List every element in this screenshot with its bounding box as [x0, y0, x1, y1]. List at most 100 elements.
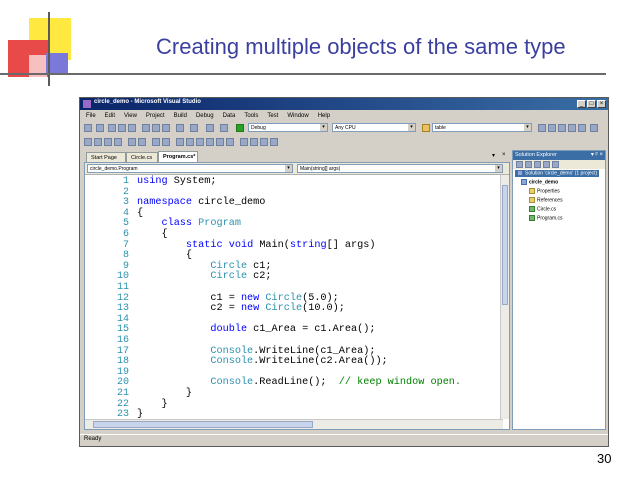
start-page-icon[interactable]: [590, 124, 598, 132]
tree-item-properties[interactable]: Properties: [529, 188, 560, 195]
previous-bookmark-folder-icon[interactable]: [206, 138, 214, 146]
go-to-definition-icon[interactable]: [260, 138, 268, 146]
tree-item-solution[interactable]: Solution 'circle_demo' (1 project): [515, 170, 600, 178]
navigate-forward-icon[interactable]: [220, 124, 228, 132]
code-text: [] args): [326, 239, 376, 251]
scrollbar-thumb[interactable]: [502, 185, 508, 305]
class-view-icon[interactable]: [240, 138, 248, 146]
object-browser-icon[interactable]: [568, 124, 576, 132]
code-line[interactable]: Circle c2;: [137, 271, 271, 283]
tree-item-project[interactable]: circle_demo: [521, 179, 558, 186]
close-button[interactable]: ×: [597, 100, 606, 108]
menu-debug[interactable]: Debug: [196, 113, 214, 119]
slide-number: 30: [597, 451, 612, 466]
find-input[interactable]: table ▾: [432, 123, 532, 132]
code-editor[interactable]: circle_demo.Program ▾ Main(string[] args…: [84, 162, 510, 430]
toggle-bookmark-icon[interactable]: [176, 138, 184, 146]
toolbox-icon[interactable]: [578, 124, 586, 132]
menu-view[interactable]: View: [124, 113, 137, 119]
tab-circle-cs[interactable]: Circle.cs: [126, 152, 158, 162]
code-line[interactable]: namespace circle_demo: [137, 197, 265, 209]
code-area[interactable]: 1 using System; 2 3 namespace circle_demo 4{5…: [85, 175, 505, 420]
display-members-icon[interactable]: [84, 138, 92, 146]
tab-start-page[interactable]: Start Page: [86, 152, 126, 162]
close-tab-icon[interactable]: ×: [502, 152, 506, 158]
increase-indent-icon[interactable]: [138, 138, 146, 146]
toolbar-options-icon[interactable]: [270, 138, 278, 146]
uncomment-icon[interactable]: [162, 138, 170, 146]
find-symbol-icon[interactable]: [250, 138, 258, 146]
types-combo[interactable]: circle_demo.Program ▾: [87, 164, 293, 173]
add-item-icon[interactable]: [96, 124, 104, 132]
view-designer-icon[interactable]: [552, 161, 559, 168]
paste-icon[interactable]: [162, 124, 170, 132]
menu-test[interactable]: Test: [267, 113, 278, 119]
parameter-info-icon[interactable]: [94, 138, 102, 146]
code-text: .WriteLine(c1_Area);: [253, 345, 376, 357]
open-icon[interactable]: [108, 124, 116, 132]
refresh-icon[interactable]: [534, 161, 541, 168]
code-line[interactable]: double c1_Area = c1.Area();: [137, 325, 375, 336]
solution-explorer-icon[interactable]: [548, 124, 556, 132]
tree-item-label: Solution 'circle_demo' (1 project): [525, 170, 598, 177]
vertical-scrollbar[interactable]: [500, 175, 509, 419]
save-all-icon[interactable]: [128, 124, 136, 132]
previous-bookmark-icon[interactable]: [186, 138, 194, 146]
quick-info-icon[interactable]: [104, 138, 112, 146]
menu-help[interactable]: Help: [318, 113, 330, 119]
solution-explorer-panel: Solution Explorer ▾ ᵖ × Solution 'circle…: [512, 150, 606, 430]
new-project-icon[interactable]: [84, 124, 92, 132]
save-icon[interactable]: [118, 124, 126, 132]
tab-dropdown-icon[interactable]: ▾: [492, 152, 495, 159]
text-editor-toolbar: [80, 136, 608, 148]
copy-icon[interactable]: [152, 124, 160, 132]
show-all-files-icon[interactable]: [525, 161, 532, 168]
code-type: Console: [210, 377, 254, 389]
code-keyword: class: [161, 218, 193, 230]
menu-data[interactable]: Data: [223, 113, 236, 119]
menu-build[interactable]: Build: [174, 113, 187, 119]
code-type: Circle: [210, 271, 248, 283]
solution-platform-value: Any CPU: [335, 125, 356, 131]
tree-item-program-cs[interactable]: Program.cs: [529, 215, 563, 222]
view-code-icon[interactable]: [543, 161, 550, 168]
find-icon[interactable]: [538, 124, 546, 132]
menu-window[interactable]: Window: [287, 113, 308, 119]
menu-file[interactable]: File: [86, 113, 96, 119]
menu-tools[interactable]: Tools: [244, 113, 258, 119]
horizontal-scrollbar[interactable]: [85, 419, 503, 429]
word-completion-icon[interactable]: [114, 138, 122, 146]
cut-icon[interactable]: [142, 124, 150, 132]
find-in-files-icon[interactable]: [422, 124, 430, 132]
undo-icon[interactable]: [176, 124, 184, 132]
decrease-indent-icon[interactable]: [128, 138, 136, 146]
solution-platform-select[interactable]: Any CPU ▾: [332, 123, 416, 132]
title-bar[interactable]: circle_demo - Microsoft Visual Studio _ …: [80, 98, 608, 110]
properties-icon[interactable]: [516, 161, 523, 168]
navigate-back-icon[interactable]: [206, 124, 214, 132]
start-debugging-icon[interactable]: [236, 124, 244, 132]
tab-program-cs[interactable]: Program.cs*: [158, 151, 198, 162]
clear-bookmarks-icon[interactable]: [226, 138, 234, 146]
next-bookmark-icon[interactable]: [196, 138, 204, 146]
solution-config-select[interactable]: Debug ▾: [248, 123, 328, 132]
code-line[interactable]: using System;: [137, 176, 217, 188]
code-line[interactable]: Console.WriteLine(c2.Area());: [137, 356, 387, 368]
scrollbar-thumb[interactable]: [93, 421, 313, 428]
restore-button[interactable]: □: [587, 100, 596, 108]
minimize-button[interactable]: _: [577, 100, 586, 108]
properties-icon[interactable]: [558, 124, 566, 132]
code-line[interactable]: c2 = new Circle(10.0);: [137, 303, 345, 315]
code-type: Circle: [265, 303, 303, 315]
redo-icon[interactable]: [190, 124, 198, 132]
menu-project[interactable]: Project: [146, 113, 165, 119]
tree-item-references[interactable]: References: [529, 197, 563, 204]
next-bookmark-folder-icon[interactable]: [216, 138, 224, 146]
tree-item-circle-cs[interactable]: Circle.cs: [529, 206, 556, 213]
comment-out-icon[interactable]: [152, 138, 160, 146]
tree-item-label: circle_demo: [529, 179, 559, 186]
members-combo[interactable]: Main(string[] args) ▾: [297, 164, 503, 173]
code-text: (10.0);: [302, 303, 345, 315]
panel-controls[interactable]: ▾ ᵖ ×: [591, 151, 603, 160]
menu-edit[interactable]: Edit: [105, 113, 115, 119]
